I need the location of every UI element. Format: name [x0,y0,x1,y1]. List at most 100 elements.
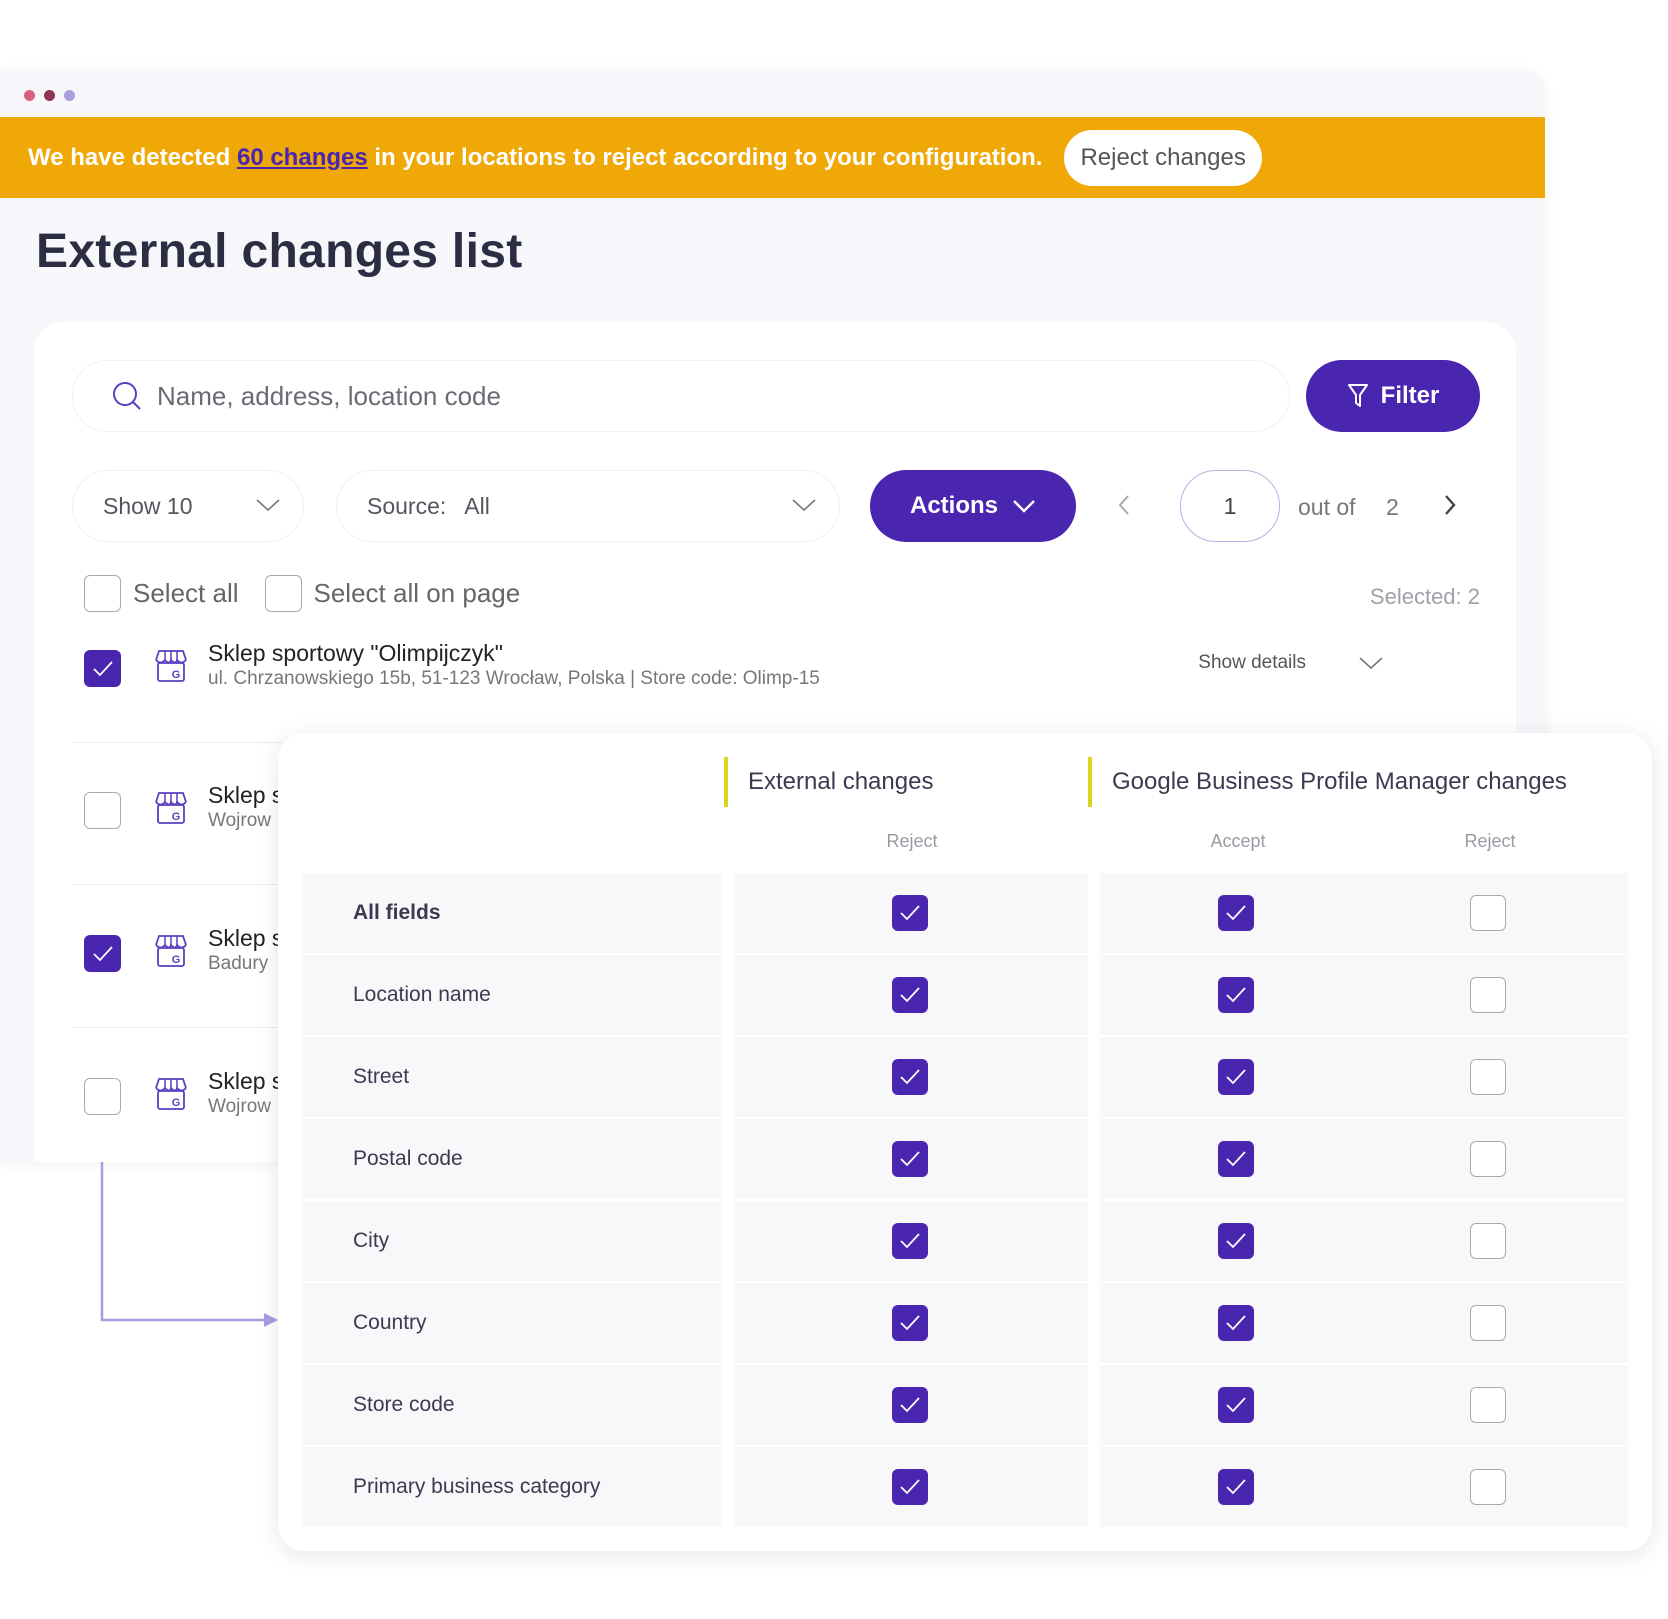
field-row: City [302,1201,1628,1283]
location-address: Badury [208,953,269,974]
gbp-accept-checkbox[interactable] [1218,977,1254,1013]
source-select[interactable]: Source: All [336,470,840,542]
location-divider [72,1027,312,1028]
external-reject-checkbox[interactable] [892,1141,928,1177]
source-label: Source: [367,492,447,519]
location-checkbox[interactable] [84,1078,121,1115]
external-reject-checkbox[interactable] [892,1223,928,1259]
external-reject-checkbox[interactable] [892,1305,928,1341]
field-row: Street [302,1037,1628,1119]
select-all-on-page-label[interactable]: Select all on page [314,578,521,609]
gbp-changes-heading: Google Business Profile Manager changes [1088,757,1567,807]
gbp-accept-checkbox[interactable] [1218,1387,1254,1423]
reject-changes-button[interactable]: Reject changes [1064,129,1262,186]
window-minimize-dot[interactable] [44,90,55,101]
gbp-reject-column-header: Reject [1464,831,1516,851]
location-row[interactable]: G Sklep sportowy "Olimpijczyk" ul. Chrzano… [84,640,1484,700]
field-row: Postal code [302,1119,1628,1201]
show-details-label: Show details [1198,652,1306,673]
gbp-cell [1100,1037,1628,1117]
store-icon: G [152,1076,190,1117]
gbp-accept-checkbox[interactable] [1218,1059,1254,1095]
gbp-reject-checkbox[interactable] [1470,1387,1506,1423]
location-address: Wojrow [208,1096,271,1117]
search-icon [113,382,141,410]
select-all-checkbox[interactable] [84,575,121,612]
external-reject-checkbox[interactable] [892,977,928,1013]
field-label: All fields [353,901,441,924]
changes-count-link[interactable]: 60 changes [237,144,368,171]
gbp-reject-checkbox[interactable] [1470,977,1506,1013]
window-close-dot[interactable] [24,90,35,101]
gbp-reject-checkbox[interactable] [1470,1223,1506,1259]
gbp-cell [1100,1119,1628,1199]
field-label: Street [353,1065,410,1088]
actions-label: Actions [909,492,998,519]
external-reject-checkbox[interactable] [892,1059,928,1095]
page-title: External changes list [36,225,523,278]
select-all-label[interactable]: Select all [133,578,239,609]
actions-button[interactable]: Actions [870,470,1076,542]
location-checkbox[interactable] [84,935,121,972]
gbp-reject-checkbox[interactable] [1470,1141,1506,1177]
location-name: Sklep s [208,925,284,951]
change-details-panel: External changes Google Business Profile… [278,733,1652,1551]
gbp-reject-checkbox[interactable] [1470,1305,1506,1341]
page-size-select[interactable]: Show 10 [72,470,304,542]
field-label: City [353,1229,390,1252]
gbp-accept-column-header: Accept [1210,831,1266,851]
location-name: Sklep s [208,1068,284,1094]
gbp-reject-checkbox[interactable] [1470,1469,1506,1505]
gbp-reject-checkbox[interactable] [1470,1059,1506,1095]
source-value: All [464,492,490,519]
title-bar [0,70,1545,117]
previous-page-icon[interactable] [1116,492,1132,518]
store-icon: G [152,933,190,974]
banner-text-after: in your locations to reject according to… [367,143,1043,171]
location-checkbox[interactable] [84,792,121,829]
gbp-cell [1100,955,1628,1035]
location-address: ul. Chrzanowskiego 15b, 51-123 Wrocław, … [208,668,820,689]
select-all-on-page-checkbox[interactable] [264,575,302,612]
bulk-select-row: Select all Select all on page [84,575,534,612]
field-label: Primary business category [353,1475,601,1498]
gbp-cell [1100,1201,1628,1281]
location-divider [72,742,312,743]
location-name: Sklep sportowy "Olimpijczyk" [208,640,503,666]
location-checkbox[interactable] [84,650,121,687]
filter-icon [1347,384,1368,407]
gbp-reject-checkbox[interactable] [1470,895,1506,931]
store-icon: G [152,648,190,689]
filter-button[interactable]: Filter [1306,360,1480,432]
gbp-accept-checkbox[interactable] [1218,1223,1254,1259]
svg-text:G: G [172,1097,181,1109]
page-total: 2 [1386,494,1399,520]
gbp-cell [1100,1365,1628,1445]
chevron-down-icon [1013,500,1035,513]
gbp-accept-checkbox[interactable] [1218,1469,1254,1505]
external-reject-checkbox[interactable] [892,895,928,931]
page-size-value: Show 10 [103,492,193,519]
next-page-icon[interactable] [1442,492,1458,518]
field-row: Primary business category [302,1447,1628,1529]
chevron-down-icon [256,499,280,512]
gbp-accept-checkbox[interactable] [1218,1141,1254,1177]
connector-arrow-icon [100,1162,278,1327]
external-reject-checkbox[interactable] [892,1469,928,1505]
svg-text:G: G [172,669,181,681]
chevron-down-icon [1359,657,1383,670]
location-divider [72,884,312,885]
external-reject-checkbox[interactable] [892,1387,928,1423]
show-details-toggle[interactable]: Show details [1198,652,1384,674]
search-field[interactable] [72,360,1290,432]
field-label: Store code [353,1393,455,1416]
field-row: Location name [302,955,1628,1037]
gbp-accept-checkbox[interactable] [1218,895,1254,931]
gbp-accept-checkbox[interactable] [1218,1305,1254,1341]
field-label: Location name [353,983,491,1006]
search-input[interactable] [157,380,1157,412]
chevron-down-icon [792,499,816,512]
gbp-cell [1100,873,1628,953]
window-maximize-dot[interactable] [64,90,75,101]
page-number-input[interactable] [1180,470,1280,542]
